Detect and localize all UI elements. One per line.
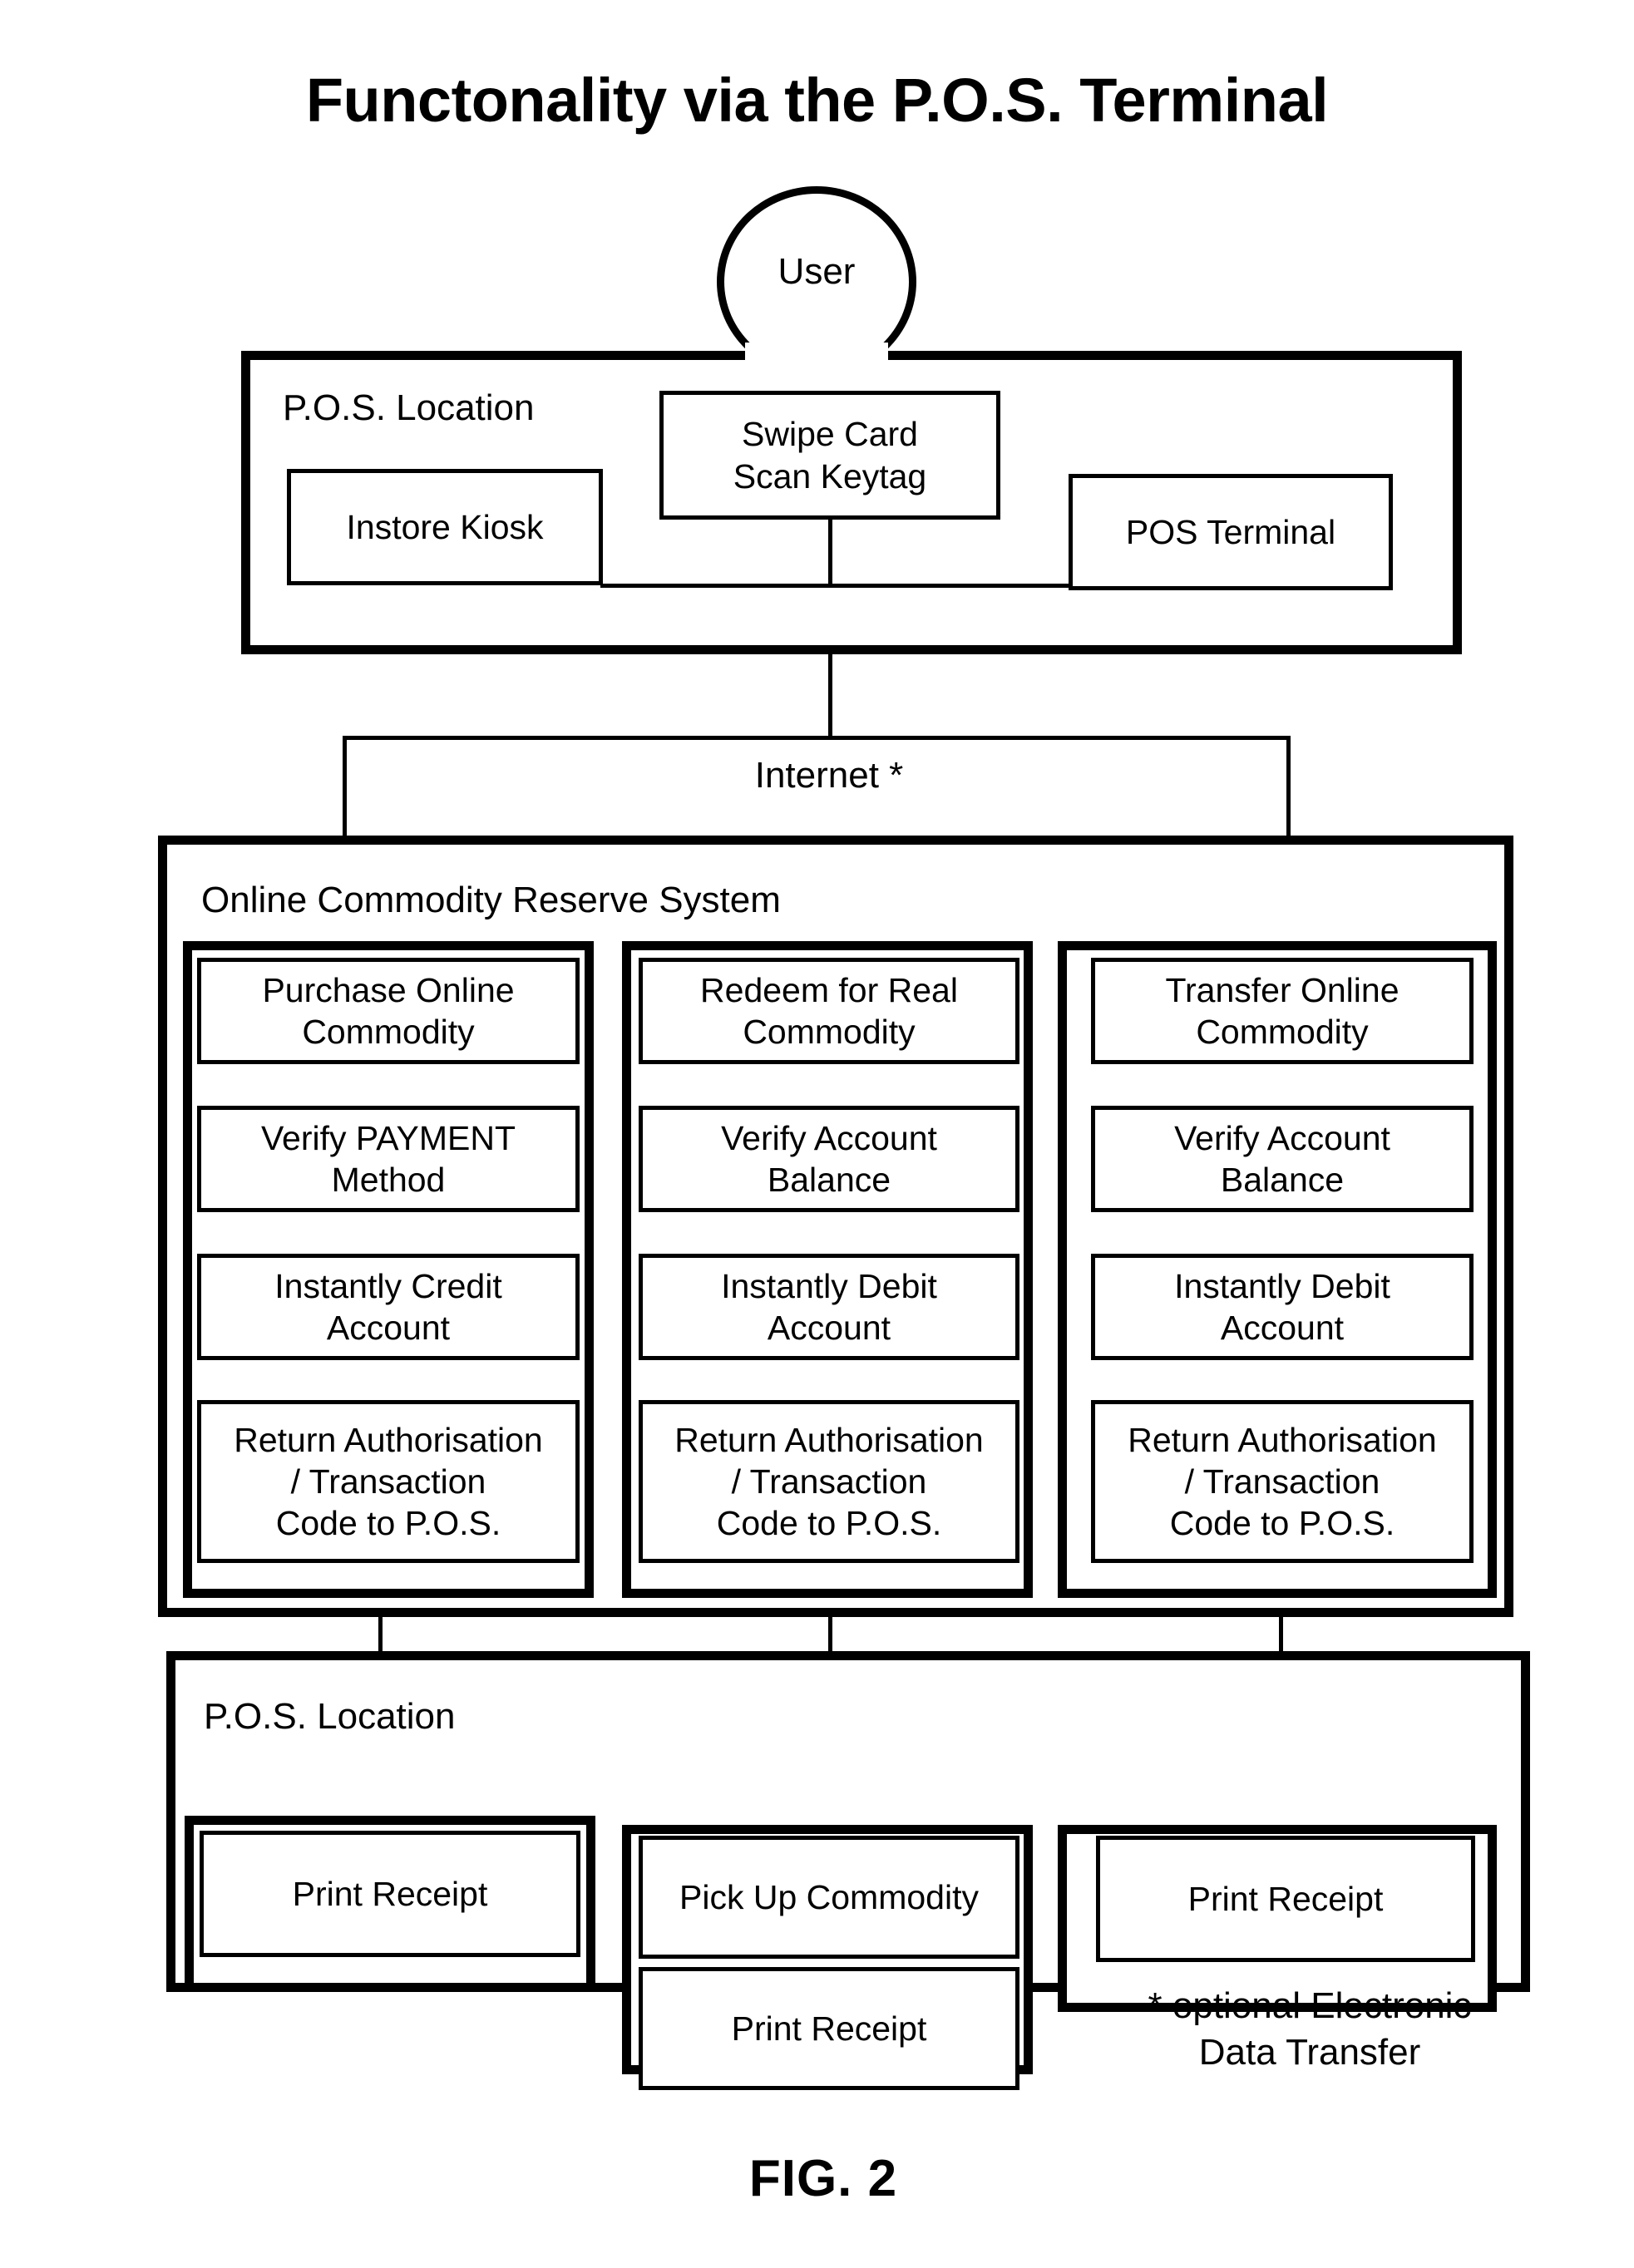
- instore-kiosk-box[interactable]: Instore Kiosk: [287, 469, 603, 585]
- internet-label: Internet *: [754, 755, 904, 796]
- swipe-card-scan-keytag-box[interactable]: Swipe Card Scan Keytag: [659, 391, 1000, 520]
- purchase-step-box[interactable]: Instantly Credit Account: [197, 1254, 580, 1360]
- redeem-step-label: Verify Account Balance: [721, 1118, 937, 1199]
- purchase-step-box[interactable]: Return Authorisation / Transaction Code …: [197, 1400, 580, 1563]
- transfer-outcome-box[interactable]: Print Receipt: [1096, 1836, 1475, 1962]
- purchase-step-box[interactable]: Verify PAYMENT Method: [197, 1106, 580, 1212]
- pos-terminal-label: POS Terminal: [1125, 512, 1336, 551]
- transfer-to-pos-connector: [1279, 1617, 1283, 1655]
- redeem-step-box[interactable]: Redeem for Real Commodity: [639, 958, 1019, 1064]
- transfer-step-box[interactable]: Instantly Debit Account: [1091, 1254, 1474, 1360]
- swipe-to-bus-connector: [828, 518, 832, 586]
- redeem-outcome-label: Pick Up Commodity: [679, 1877, 979, 1916]
- transfer-step-label: Instantly Debit Account: [1174, 1266, 1390, 1347]
- pos-location-top-title: P.O.S. Location: [283, 387, 535, 428]
- redeem-step-box[interactable]: Instantly Debit Account: [639, 1254, 1019, 1360]
- purchase-to-pos-connector: [378, 1617, 383, 1655]
- transfer-step-box[interactable]: Transfer Online Commodity: [1091, 958, 1474, 1064]
- purchase-step-label: Instantly Credit Account: [274, 1266, 502, 1347]
- purchase-step-label: Return Authorisation / Transaction Code …: [234, 1420, 543, 1542]
- footnote-optional-electronic-data-transfer: * optional Electronic Data Transfer: [1148, 1985, 1472, 2073]
- redeem-step-label: Instantly Debit Account: [721, 1266, 937, 1347]
- purchase-outcome-label: Print Receipt: [292, 1874, 488, 1913]
- redeem-outcome-box[interactable]: Pick Up Commodity: [639, 1836, 1019, 1959]
- transfer-step-label: Transfer Online Commodity: [1165, 970, 1400, 1051]
- page-title: Functonality via the P.O.S. Terminal: [305, 66, 1329, 135]
- redeem-step-box[interactable]: Return Authorisation / Transaction Code …: [639, 1400, 1019, 1563]
- purchase-step-label: Verify PAYMENT Method: [260, 1118, 516, 1199]
- kiosk-terminal-bus: [600, 584, 1071, 588]
- pos-location-bottom-title: P.O.S. Location: [204, 1696, 456, 1737]
- transfer-step-label: Verify Account Balance: [1174, 1118, 1390, 1199]
- redeem-step-box[interactable]: Verify Account Balance: [639, 1106, 1019, 1212]
- redeem-outcome-label: Print Receipt: [731, 2009, 927, 2048]
- swipe-card-label: Swipe Card Scan Keytag: [733, 415, 927, 496]
- transfer-step-label: Return Authorisation / Transaction Code …: [1128, 1420, 1437, 1542]
- redeem-step-label: Redeem for Real Commodity: [700, 970, 958, 1051]
- purchase-outcome-box[interactable]: Print Receipt: [200, 1831, 580, 1957]
- pos-to-internet-connector: [828, 654, 832, 737]
- user-actor-label: User: [778, 251, 856, 292]
- figure-number-label: FIG. 2: [748, 2150, 898, 2207]
- online-commodity-reserve-system-title: Online Commodity Reserve System: [201, 880, 781, 920]
- purchase-step-box[interactable]: Purchase Online Commodity: [197, 958, 580, 1064]
- pos-terminal-box[interactable]: POS Terminal: [1069, 474, 1393, 590]
- patent-figure: Functonality via the P.O.S. Terminal Use…: [0, 0, 1634, 2268]
- transfer-outcome-label: Print Receipt: [1187, 1879, 1384, 1918]
- transfer-step-box[interactable]: Verify Account Balance: [1091, 1106, 1474, 1212]
- purchase-step-label: Purchase Online Commodity: [262, 970, 515, 1051]
- redeem-to-pos-connector: [828, 1617, 832, 1655]
- ellipse-notch-mask: [745, 343, 888, 361]
- instore-kiosk-label: Instore Kiosk: [346, 507, 544, 546]
- transfer-step-box[interactable]: Return Authorisation / Transaction Code …: [1091, 1400, 1474, 1563]
- redeem-outcome-box[interactable]: Print Receipt: [639, 1967, 1019, 2090]
- redeem-step-label: Return Authorisation / Transaction Code …: [674, 1420, 984, 1542]
